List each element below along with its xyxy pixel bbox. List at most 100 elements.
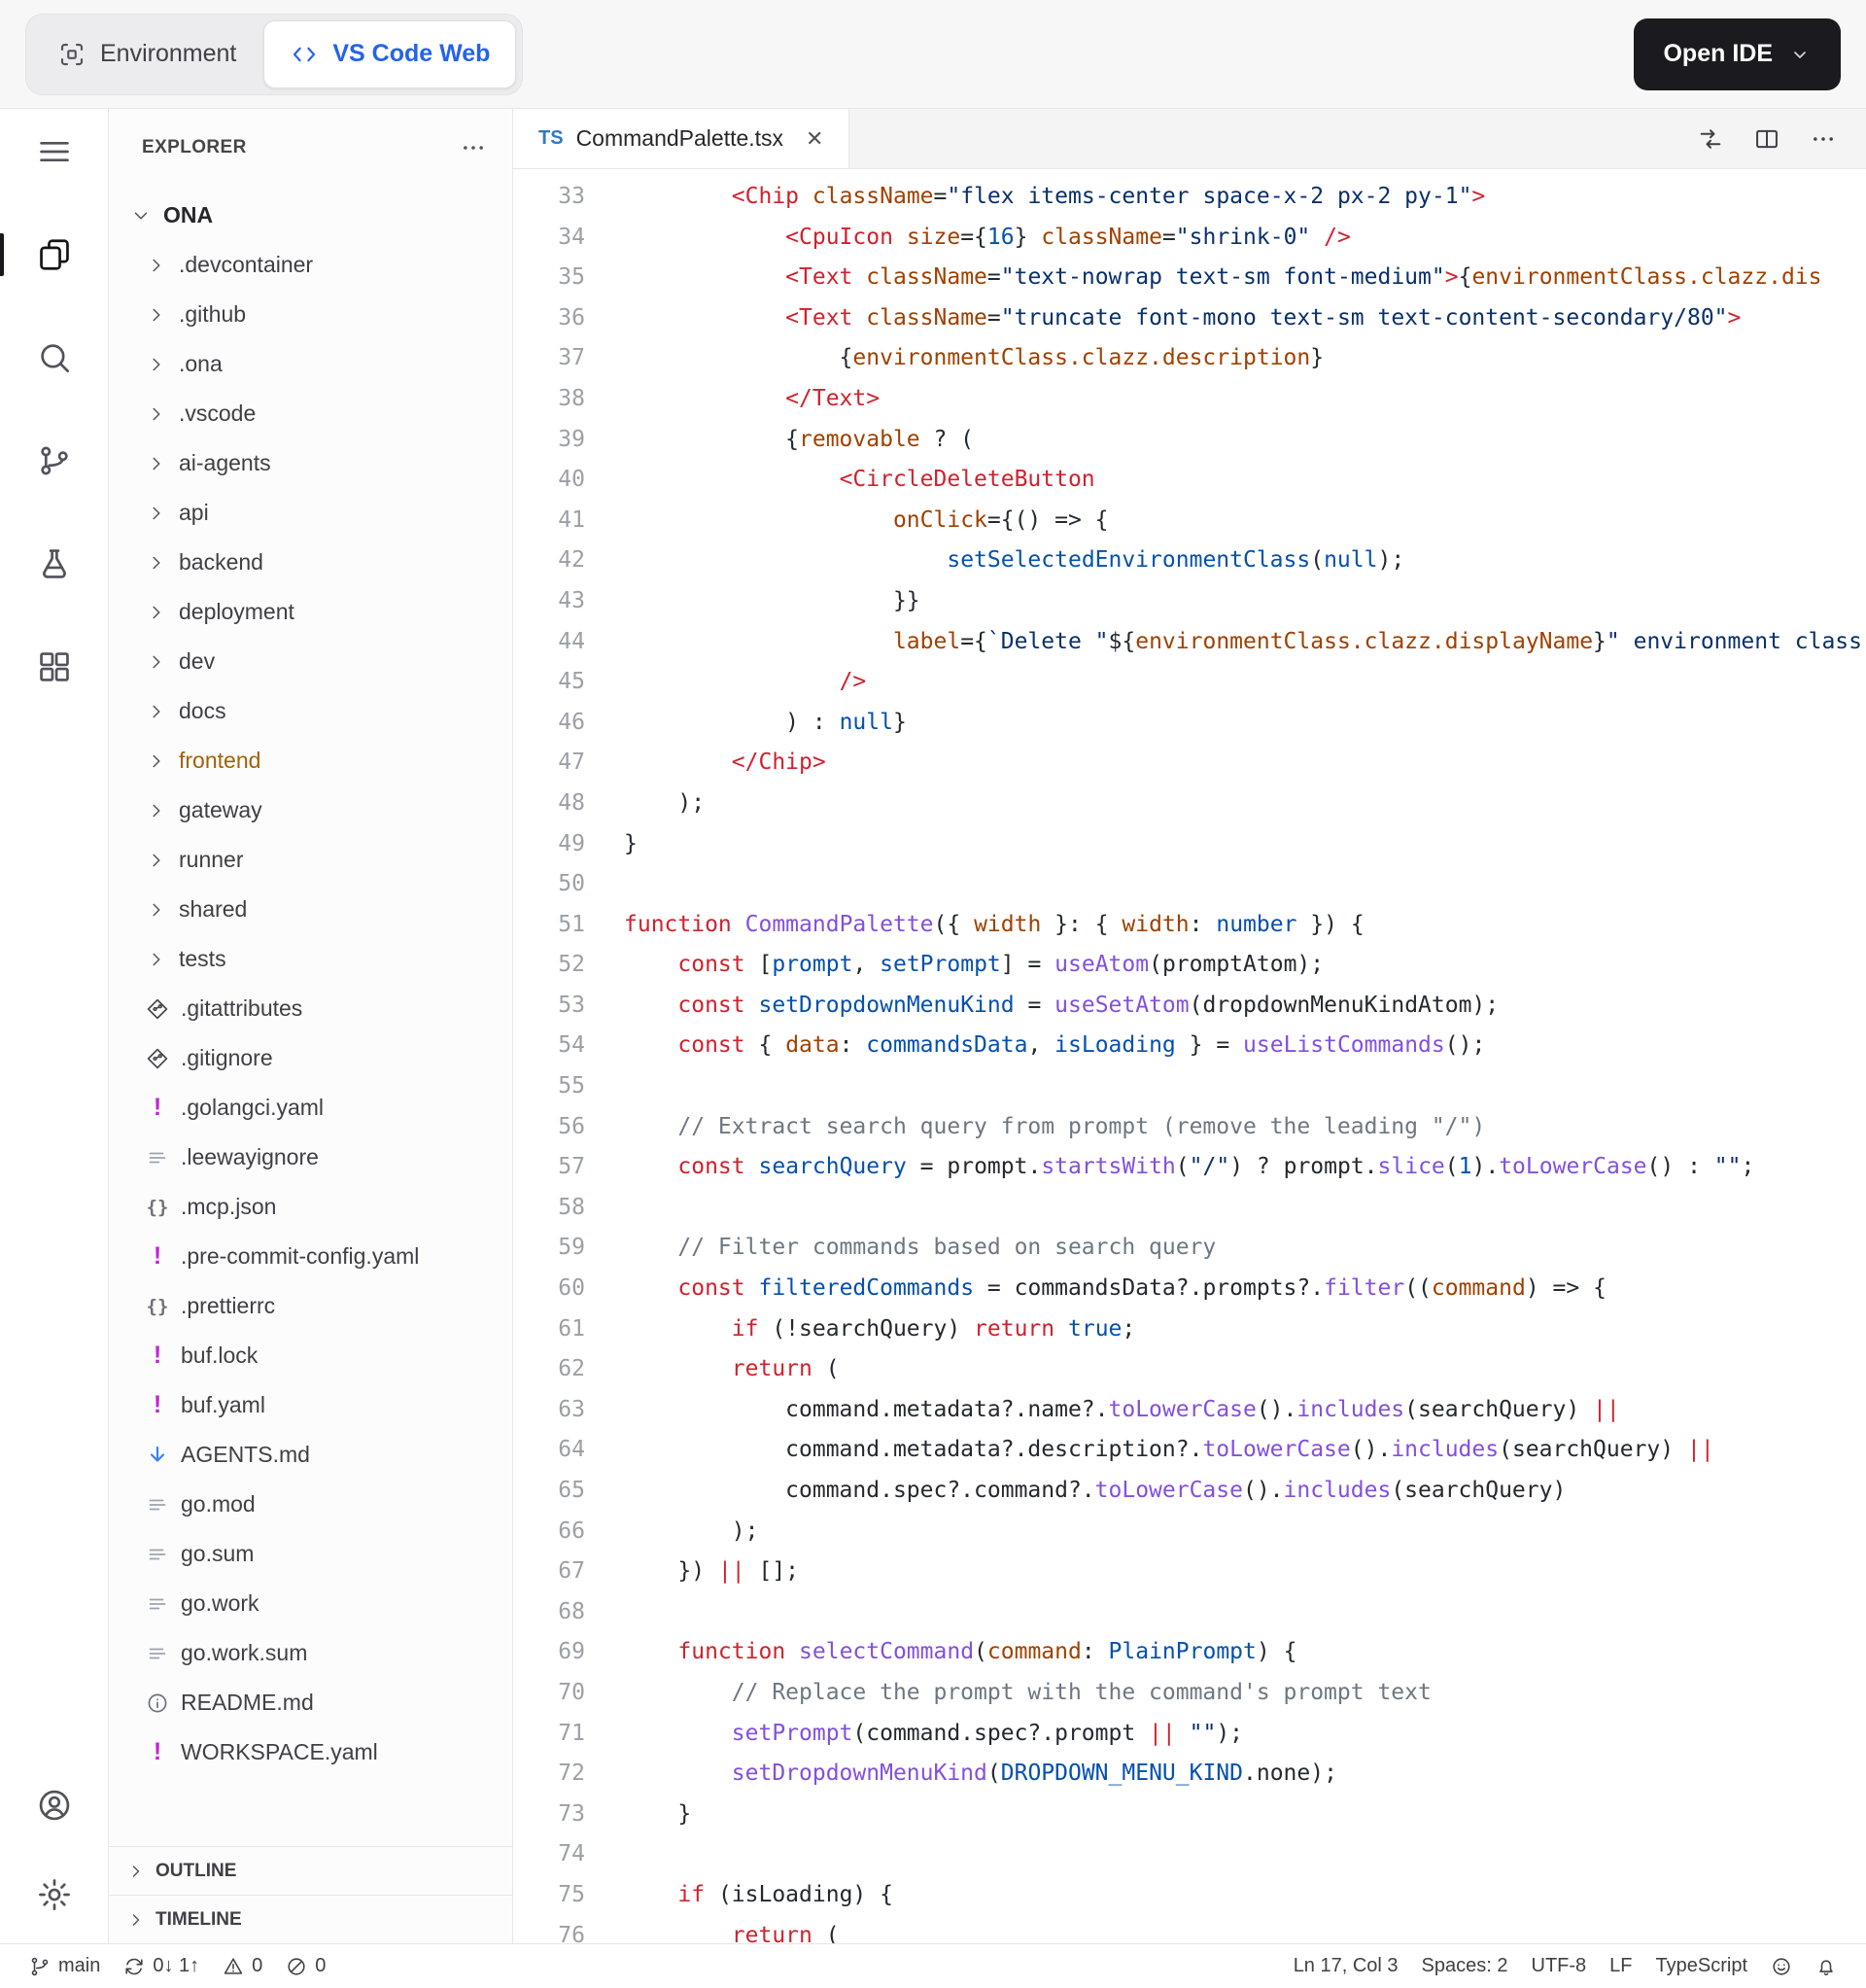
line-number: 53 (558, 992, 585, 1018)
code-line-40: 40 <CircleDeleteButton (513, 460, 1866, 501)
status-bell[interactable] (1806, 1944, 1847, 1988)
tree-file-.golangci.yaml[interactable]: ! .golangci.yaml (109, 1083, 512, 1133)
status-warning[interactable]: 0 (213, 1944, 272, 1988)
compare-changes-icon[interactable] (1697, 125, 1724, 153)
activity-settings[interactable] (0, 1871, 108, 1918)
status-typescript[interactable]: TypeScript (1646, 1944, 1757, 1988)
tree-folder-api[interactable]: api (109, 488, 512, 538)
status-git-branch[interactable]: main (19, 1944, 110, 1988)
tree-file-.prettierrc[interactable]: {} .prettierrc (109, 1281, 512, 1331)
chevron-right-icon (146, 701, 167, 722)
code-line-75: 75 if (isLoading) { (513, 1875, 1866, 1916)
code-line-55: 55 (513, 1066, 1866, 1107)
tree-folder-docs[interactable]: docs (109, 686, 512, 736)
settings-icon (36, 1876, 73, 1913)
status-utf-8[interactable]: UTF-8 (1522, 1944, 1597, 1988)
close-tab-icon[interactable]: ✕ (806, 126, 823, 152)
tree-folder-frontend[interactable]: frontend (109, 736, 512, 785)
status-spaces-2[interactable]: Spaces: 2 (1412, 1944, 1518, 1988)
status-lf[interactable]: LF (1600, 1944, 1641, 1988)
chevron-right-icon (146, 552, 167, 574)
tree-folder-tests[interactable]: tests (109, 934, 512, 984)
section-outline[interactable]: OUTLINE (109, 1846, 512, 1895)
tree-file-AGENTS.md[interactable]: AGENTS.md (109, 1430, 512, 1480)
sync-icon (123, 1956, 145, 1977)
status-bar: main 0↓ 1↑ 0 0 Ln 17, Col 3 Spaces: 2 UTF-8 LF… (0, 1943, 1866, 1988)
tree-file-.mcp.json[interactable]: {} .mcp.json (109, 1182, 512, 1232)
more-editor-actions-icon[interactable] (1810, 125, 1837, 153)
activity-search[interactable] (0, 334, 108, 381)
activity-menu[interactable] (0, 128, 108, 175)
tree-item-label: backend (179, 549, 263, 575)
activity-run-debug[interactable] (0, 541, 108, 587)
code-line-54: 54 const { data: commandsData, isLoading… (513, 1026, 1866, 1066)
tree-folder-deployment[interactable]: deployment (109, 587, 512, 637)
tab-vscode-web-label: VS Code Web (332, 40, 491, 67)
line-number: 63 (558, 1396, 585, 1422)
yaml-bang-icon: ! (153, 1094, 162, 1121)
tree-item-label: go.work (181, 1590, 259, 1616)
tree-folder-.github[interactable]: .github (109, 290, 512, 339)
tree-file-buf.yaml[interactable]: ! buf.yaml (109, 1380, 512, 1430)
tree-file-README.md[interactable]: README.md (109, 1678, 512, 1727)
tab-vscode-web[interactable]: VS Code Web (263, 19, 517, 88)
status-label: 0↓ 1↑ (153, 1955, 200, 1976)
tab-environment[interactable]: Environment (32, 20, 261, 88)
chevron-right-icon (146, 800, 167, 821)
tree-folder-backend[interactable]: backend (109, 538, 512, 587)
open-ide-button[interactable]: Open IDE (1634, 17, 1841, 90)
tree-file-.pre-commit-config.yaml[interactable]: ! .pre-commit-config.yaml (109, 1232, 512, 1281)
activity-extensions[interactable] (0, 644, 108, 690)
tree-folder-gateway[interactable]: gateway (109, 785, 512, 835)
code-line-76: 76 return ( (513, 1916, 1866, 1943)
code-editor[interactable]: 33 <Chip className="flex items-center sp… (513, 169, 1866, 1943)
chevron-right-icon (146, 651, 167, 673)
line-number: 68 (558, 1598, 585, 1624)
tree-item-label: ai-agents (179, 450, 271, 475)
status-sync[interactable]: 0↓ 1↑ (114, 1944, 209, 1988)
tree-file-.gitattributes[interactable]: .gitattributes (109, 984, 512, 1033)
lines-icon (146, 1592, 169, 1616)
line-number: 51 (558, 911, 585, 937)
tree-folder-dev[interactable]: dev (109, 637, 512, 686)
line-number: 71 (558, 1720, 585, 1746)
line-number: 62 (558, 1356, 585, 1382)
tree-folder-ai-agents[interactable]: ai-agents (109, 438, 512, 488)
status-label: 0 (315, 1955, 327, 1976)
tree-file-go.sum[interactable]: go.sum (109, 1529, 512, 1579)
tree-root-ona[interactable]: ONA (109, 191, 512, 240)
code-line-47: 47 </Chip> (513, 743, 1866, 784)
more-actions-icon[interactable] (460, 134, 487, 161)
status-error[interactable]: 0 (276, 1944, 335, 1988)
editor-actions (1697, 109, 1866, 168)
section-label: OUTLINE (156, 1860, 237, 1881)
tree-folder-.vscode[interactable]: .vscode (109, 389, 512, 438)
tree-folder-.ona[interactable]: .ona (109, 339, 512, 389)
activity-account[interactable] (0, 1782, 108, 1829)
tab-commandpalette[interactable]: TS CommandPalette.tsx ✕ (513, 109, 850, 168)
code-line-60: 60 const filteredCommands = commandsData… (513, 1269, 1866, 1309)
activity-source-control[interactable] (0, 437, 108, 484)
explorer-sidebar: EXPLORER ONA .devcontainer .github .ona .vsc… (109, 109, 513, 1943)
tree-file-WORKSPACE.yaml[interactable]: ! WORKSPACE.yaml (109, 1727, 512, 1777)
status-feedback[interactable] (1761, 1944, 1802, 1988)
split-editor-icon[interactable] (1753, 125, 1780, 153)
status-label: LF (1609, 1955, 1633, 1976)
activity-explorer[interactable] (0, 231, 108, 278)
tree-item-label: .golangci.yaml (181, 1095, 325, 1120)
tree-file-buf.lock[interactable]: ! buf.lock (109, 1331, 512, 1380)
line-number: 55 (558, 1073, 585, 1099)
tab-environment-label: Environment (100, 40, 237, 67)
status-ln-17-col-3[interactable]: Ln 17, Col 3 (1284, 1944, 1408, 1988)
tree-folder-runner[interactable]: runner (109, 835, 512, 885)
tree-file-go.work[interactable]: go.work (109, 1579, 512, 1628)
tree-folder-.devcontainer[interactable]: .devcontainer (109, 240, 512, 290)
tree-folder-shared[interactable]: shared (109, 885, 512, 934)
tree-file-.leewayignore[interactable]: .leewayignore (109, 1133, 512, 1182)
tree-item-label: deployment (179, 599, 294, 624)
tree-file-go.work.sum[interactable]: go.work.sum (109, 1628, 512, 1678)
tree-file-.gitignore[interactable]: .gitignore (109, 1033, 512, 1083)
lines-icon (146, 1146, 169, 1169)
tree-file-go.mod[interactable]: go.mod (109, 1480, 512, 1529)
section-timeline[interactable]: TIMELINE (109, 1895, 512, 1943)
